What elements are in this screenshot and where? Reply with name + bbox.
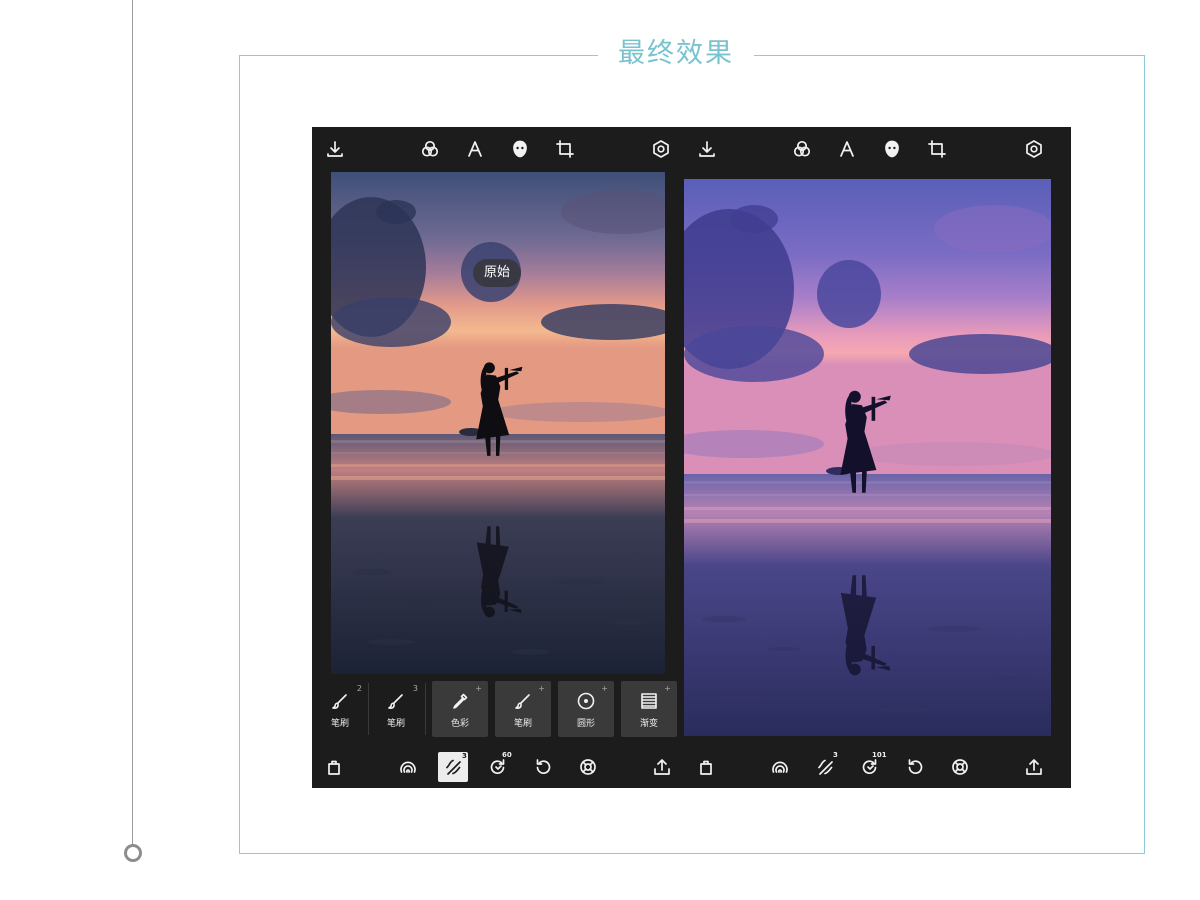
heal-count-badge: 3	[462, 752, 467, 760]
share-icon[interactable]	[650, 755, 674, 779]
tool-label: 笔刷	[330, 719, 349, 729]
tool-add: +	[664, 684, 671, 693]
tool-label: 笔刷	[513, 719, 532, 729]
timeline-dot	[124, 844, 142, 862]
original-photo	[331, 172, 665, 674]
left-editor-panel: 原始 2 笔刷 3 笔刷 + 色彩 + 笔刷 + 圆形 + 渐变 3 60	[312, 127, 684, 788]
tool-number: 3	[412, 684, 418, 693]
redo-count-badge: 60	[502, 751, 512, 759]
undo-icon[interactable]	[903, 755, 927, 779]
brush-icon	[513, 691, 533, 711]
brush-add-tool[interactable]: + 笔刷	[495, 681, 551, 737]
original-tooltip: 原始	[473, 259, 522, 287]
gradient-tool[interactable]: + 渐变	[621, 681, 677, 737]
tool-add: +	[475, 684, 482, 693]
tool-divider	[425, 683, 426, 735]
settings-icon[interactable]	[649, 137, 673, 161]
brush-icon	[330, 691, 350, 711]
eyedropper-icon	[450, 691, 470, 711]
share-icon[interactable]	[1022, 755, 1046, 779]
bag-icon[interactable]	[694, 755, 718, 779]
settings-icon[interactable]	[1022, 137, 1046, 161]
tool-add: +	[601, 684, 608, 693]
editor-app-screenshot: 原始 2 笔刷 3 笔刷 + 色彩 + 笔刷 + 圆形 + 渐变 3 60 3 …	[312, 127, 1071, 788]
edited-photo	[684, 179, 1051, 736]
circle-icon	[576, 691, 596, 711]
spiral-icon[interactable]	[396, 755, 420, 779]
bag-icon[interactable]	[322, 755, 346, 779]
heal-count-badge: 3	[833, 751, 838, 759]
page-title: 最终效果	[598, 36, 754, 72]
tool-label: 色彩	[450, 719, 469, 729]
text-icon[interactable]	[835, 137, 859, 161]
redo-count-badge: 101	[872, 751, 887, 759]
brush-tool-1[interactable]: 2 笔刷	[312, 681, 368, 737]
circle-tool[interactable]: + 圆形	[558, 681, 614, 737]
text-icon[interactable]	[463, 137, 487, 161]
brush-icon	[386, 691, 406, 711]
brush-tool-2[interactable]: 3 笔刷	[368, 681, 424, 737]
gradient-icon	[639, 691, 659, 711]
right-editor-panel: 3 101	[684, 127, 1071, 788]
filters-icon[interactable]	[418, 137, 442, 161]
face-icon[interactable]	[880, 137, 904, 161]
color-tool[interactable]: + 色彩	[432, 681, 488, 737]
spiral-icon[interactable]	[768, 755, 792, 779]
download-icon[interactable]	[695, 137, 719, 161]
filters-icon[interactable]	[790, 137, 814, 161]
tool-label: 圆形	[576, 719, 595, 729]
tool-number: 2	[356, 684, 362, 693]
tool-label: 笔刷	[386, 719, 405, 729]
crop-icon[interactable]	[553, 137, 577, 161]
lifebuoy-icon[interactable]	[948, 755, 972, 779]
crop-icon[interactable]	[925, 137, 949, 161]
undo-icon[interactable]	[531, 755, 555, 779]
download-icon[interactable]	[323, 137, 347, 161]
tool-add: +	[538, 684, 545, 693]
tool-label: 渐变	[639, 719, 658, 729]
timeline-line	[132, 0, 133, 845]
face-icon[interactable]	[508, 137, 532, 161]
lifebuoy-icon[interactable]	[576, 755, 600, 779]
